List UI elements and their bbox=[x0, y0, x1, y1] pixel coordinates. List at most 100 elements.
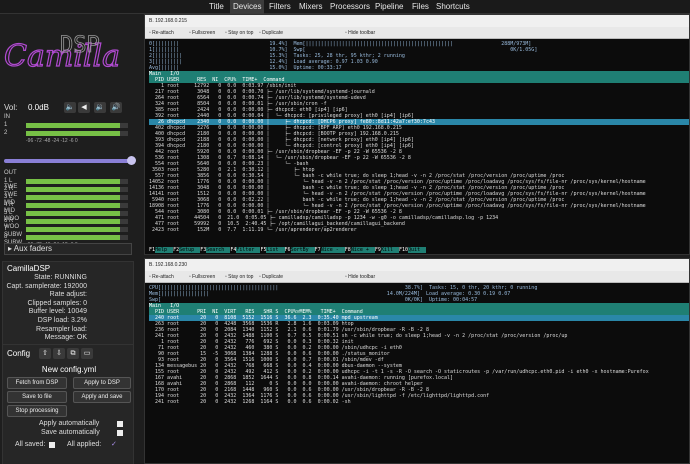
input-meter-level-fill bbox=[26, 123, 120, 128]
volume-down-icon[interactable]: ◀ bbox=[78, 102, 90, 113]
config-title: Config bbox=[7, 349, 31, 358]
volume-row: Vol: 0.0dB 🔈 ◀ 🔉 🔊 bbox=[4, 102, 134, 114]
upload-icon[interactable]: ⇧ bbox=[39, 348, 51, 359]
camilladsp-logo: Camilla DSP bbox=[2, 32, 134, 76]
input-meter-channel-label: 1 bbox=[4, 122, 8, 128]
function-key-label-sortby[interactable]: SortBy bbox=[290, 247, 315, 253]
apply-automatically-label: Apply automatically bbox=[39, 420, 100, 427]
terminal-1-toolbar: ▫ Re-attach ▫ Fullscreen ▫ Stay on top ▫ Du… bbox=[145, 27, 689, 39]
terminal-1-toolbar-hide-toolbar[interactable]: ▫ Hide toolbar bbox=[345, 30, 375, 36]
function-key-f10: F10 bbox=[399, 247, 409, 253]
menu-tab-pipeline[interactable]: Pipeline bbox=[372, 2, 406, 11]
input-meter-channel-label: 2 bbox=[4, 130, 8, 136]
terminal-2-process-row[interactable]: 241 root 20 0 2432 1268 1164 S 0.0 0.6 0… bbox=[149, 399, 689, 405]
terminal-2-toolbar-re-attach[interactable]: ▫ Re-attach bbox=[149, 274, 174, 280]
top-menu-bar: Title Devices Filters Mixers Processors Pipel… bbox=[0, 0, 690, 14]
status-title: CamillaDSP bbox=[7, 264, 51, 273]
output-meter-level-fill bbox=[26, 235, 120, 240]
status-row: DSP load: 3.2% bbox=[37, 317, 87, 324]
terminal-2-title: B. 192.168.0.230 bbox=[149, 262, 188, 268]
folder-icon[interactable]: ▭ bbox=[81, 348, 93, 359]
save-automatically-label: Save automatically bbox=[41, 429, 100, 436]
volume-slider[interactable] bbox=[4, 156, 136, 165]
input-meter-level-bar bbox=[26, 131, 128, 136]
terminal-2-htop: CPU[||||||||||||||||||||||||||||||||||||… bbox=[149, 285, 689, 405]
terminal-2-toolbar-stay-on-top[interactable]: ▫ Stay on top bbox=[225, 274, 253, 280]
aux-faders-toggle[interactable]: ▸ Aux faders bbox=[4, 243, 132, 255]
terminal-2-toolbar-hide-toolbar[interactable]: ▫ Hide toolbar bbox=[345, 274, 375, 280]
menu-tab-devices[interactable]: Devices bbox=[230, 0, 265, 14]
output-meter-level-bar bbox=[26, 219, 128, 224]
status-panel: CamillaDSP State: RUNNING Capt. samplerate… bbox=[2, 261, 134, 371]
terminal-window-2: B. 192.168.0.230 ▫ Re-attach ▫ Fullscreen… bbox=[144, 258, 690, 464]
menu-tab-files[interactable]: Files bbox=[409, 2, 432, 11]
config-file-name: New config.yml bbox=[41, 365, 97, 374]
function-key-f8: F8 bbox=[344, 247, 351, 253]
download-icon[interactable]: ⇩ bbox=[53, 348, 65, 359]
input-meter-scale: -96 -72 -48 -24 -12 -6 0 bbox=[26, 138, 78, 144]
status-row: Clipped samples: 0 bbox=[27, 299, 87, 307]
function-key-label-list[interactable]: List bbox=[266, 247, 285, 253]
input-meter-title: IN bbox=[4, 114, 10, 120]
function-key-f6: F6 bbox=[284, 247, 291, 253]
svg-text:DSP: DSP bbox=[60, 33, 100, 58]
function-key-label-quit[interactable]: Quit bbox=[408, 247, 427, 253]
left-panel: Camilla DSP Vol: 0.0dB 🔈 ◀ 🔉 🔊 IN 1 2 -96 -… bbox=[0, 14, 136, 464]
menu-tab-title[interactable]: Title bbox=[206, 2, 227, 11]
output-meter-level-bar bbox=[26, 211, 128, 216]
output-meter-level-fill bbox=[26, 227, 120, 232]
config-button-apply-to-dsp[interactable]: Apply to DSP bbox=[73, 377, 131, 389]
menu-tab-shortcuts[interactable]: Shortcuts bbox=[433, 2, 473, 11]
output-meter-level-bar bbox=[26, 203, 128, 208]
all-saved-label: All saved: bbox=[15, 441, 46, 448]
terminal-2-titlebar: B. 192.168.0.230 bbox=[145, 259, 689, 271]
status-row: Resampler load: bbox=[36, 325, 87, 333]
copy-icon[interactable]: ⧉ bbox=[67, 348, 79, 359]
aux-faders-label: Aux faders bbox=[13, 244, 53, 253]
all-applied-label: All applied: bbox=[67, 441, 102, 448]
terminal-1-toolbar-duplicate[interactable]: ▫ Duplicate bbox=[259, 30, 283, 36]
mute-speaker-icon[interactable]: 🔈 bbox=[64, 102, 76, 113]
status-row: State: RUNNING bbox=[34, 274, 87, 281]
status-row: Buffer level: 10049 bbox=[28, 308, 87, 316]
volume-value: 0.0dB bbox=[28, 103, 49, 112]
save-automatically-checkbox[interactable] bbox=[117, 430, 123, 436]
output-meter-level-fill bbox=[26, 187, 120, 192]
menu-tab-processors[interactable]: Processors bbox=[327, 2, 373, 11]
volume-down-step-icon[interactable]: 🔉 bbox=[94, 102, 106, 113]
output-meter-level-fill bbox=[26, 219, 120, 224]
config-button-stop-processing[interactable]: Stop processing bbox=[7, 405, 67, 417]
volume-up-icon[interactable]: 🔊 bbox=[110, 102, 122, 113]
terminal-2-toolbar-duplicate[interactable]: ▫ Duplicate bbox=[259, 274, 283, 280]
terminal-2-toolbar-fullscreen[interactable]: ▫ Fullscreen bbox=[189, 274, 215, 280]
function-key-f7: F7 bbox=[314, 247, 321, 253]
terminal-1-toolbar-stay-on-top[interactable]: ▫ Stay on top bbox=[225, 30, 253, 36]
terminal-2-toolbar: ▫ Re-attach ▫ Fullscreen ▫ Stay on top ▫ Du… bbox=[145, 271, 689, 283]
terminal-window-1: B. 192.168.0.215 ▫ Re-attach ▫ Fullscreen… bbox=[144, 14, 690, 255]
function-key-label-nice[interactable]: Nice - bbox=[320, 247, 345, 253]
terminal-1-toolbar-fullscreen[interactable]: ▫ Fullscreen bbox=[189, 30, 215, 36]
config-button-fetch-from-dsp[interactable]: Fetch from DSP bbox=[7, 377, 67, 389]
menu-tab-filters[interactable]: Filters bbox=[266, 2, 294, 11]
function-key-label-setup[interactable]: Setup bbox=[179, 247, 201, 253]
function-key-label-kill[interactable]: Kill bbox=[380, 247, 400, 253]
output-meter-level-fill bbox=[26, 203, 120, 208]
menu-tab-mixers[interactable]: Mixers bbox=[296, 2, 326, 11]
output-meter-level-bar bbox=[26, 195, 128, 200]
volume-label: Vol: bbox=[4, 103, 18, 112]
function-key-label-nice[interactable]: Nice + bbox=[350, 247, 375, 253]
terminal-1-toolbar-re-attach[interactable]: ▫ Re-attach bbox=[149, 30, 174, 36]
config-button-apply-and-save[interactable]: Apply and save bbox=[73, 391, 131, 403]
function-key-label-filter[interactable]: Filter bbox=[236, 247, 261, 253]
terminal-1-htop: 0[|||||||| 19.4%] Mem[||||||||||||||||||… bbox=[149, 41, 689, 233]
apply-automatically-checkbox[interactable] bbox=[117, 421, 123, 427]
config-button-save-to-file[interactable]: Save to file bbox=[7, 391, 67, 403]
status-row: Rate adjust: bbox=[49, 291, 87, 299]
config-panel: Config ⇧ ⇩ ⧉ ▭ New config.yml Fetch from DSP Ap… bbox=[2, 344, 134, 464]
output-meter-level-fill bbox=[26, 211, 120, 216]
function-key-label-search[interactable]: Search bbox=[206, 247, 231, 253]
terminal-1-process-row[interactable]: 2423 root 152M 0 7.7 1:11.19 └─ /usr/apr… bbox=[149, 227, 689, 233]
output-meter-level-bar bbox=[26, 227, 128, 232]
function-key-label-help[interactable]: Help bbox=[155, 247, 174, 253]
volume-slider-knob[interactable] bbox=[127, 156, 136, 165]
